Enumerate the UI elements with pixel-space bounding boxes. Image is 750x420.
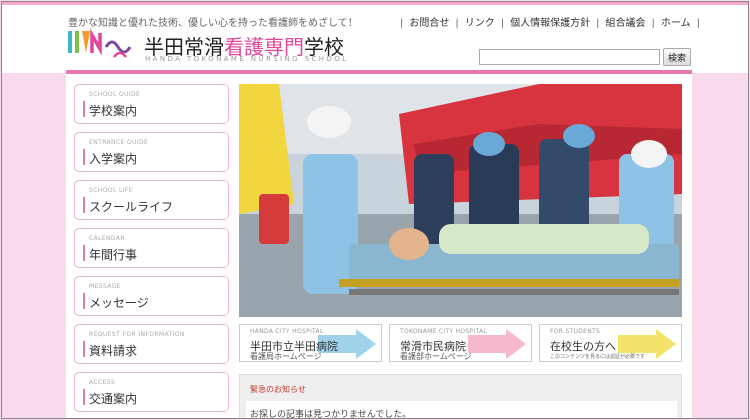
sidebar-item-label: 資料請求 (89, 344, 138, 358)
nav-council[interactable]: 組合議会 (606, 18, 646, 29)
sidebar-item-access[interactable]: ACCESS 交通案内 (74, 372, 229, 412)
sidebar-item-school-guide[interactable]: SCHOOL GUIDE 学校案内 (74, 84, 229, 124)
sidebar-item-en: ACCESS (89, 379, 116, 386)
nav-home[interactable]: ホーム (661, 18, 691, 29)
nav-contact[interactable]: お問合せ (409, 18, 449, 29)
banner-en: FOR STUDENTS (550, 328, 601, 335)
nav-links[interactable]: リンク (465, 18, 495, 29)
sidebar-item-en: REQUEST FOR INFORMATION (89, 331, 185, 338)
sidebar-item-label: 交通案内 (89, 392, 138, 406)
page-frame: 豊かな知識と優れた技術、優しい心を持った看護師をめざして！ 半田常滑看護専門学校… (1, 1, 749, 419)
main-content: SCHOOL GUIDE 学校案内 ENTRANCE GUIDE 入学案内 SC… (66, 74, 692, 418)
nav-privacy[interactable]: 個人情報保護方針 (510, 18, 590, 29)
sidebar-item-en: SCHOOL GUIDE (89, 91, 141, 98)
sidebar-item-en: ENTRANCE GUIDE (89, 139, 149, 146)
banner-subtitle: このコンテンツを見るには認証が必要です (550, 354, 646, 360)
notice-body: お探しの記事は見つかりませんでした。 (246, 401, 677, 418)
search-button[interactable]: 検索 (663, 48, 691, 66)
sidebar-item-school-life[interactable]: SCHOOL LIFE スクールライフ (74, 180, 229, 220)
school-logo[interactable] (66, 27, 141, 65)
banner-en: HANDA CITY HOSPITAL (250, 328, 324, 335)
sidebar-item-calendar[interactable]: CALENDAR 年間行事 (74, 228, 229, 268)
school-name-en: HANDA TOKONAME NURSING SCHOOL (145, 55, 349, 63)
sidebar-item-en: CALENDAR (89, 235, 125, 242)
banner-en: TOKONAME CITY HOSPITAL (400, 328, 488, 335)
header: 豊かな知識と優れた技術、優しい心を持った看護師をめざして！ 半田常滑看護専門学校… (2, 5, 748, 73)
top-navigation: | お問合せ | リンク | 個人情報保護方針 | 組合議会 | ホーム | (400, 18, 700, 29)
banner-tokoname-hospital[interactable]: TOKONAME CITY HOSPITAL 常滑市民病院 看護部ホームページ (389, 324, 532, 362)
sidebar-item-entrance-guide[interactable]: ENTRANCE GUIDE 入学案内 (74, 132, 229, 172)
sidebar-item-label: メッセージ (89, 296, 149, 310)
banner-handa-hospital[interactable]: HANDA CITY HOSPITAL 半田市立半田病院 看護局ホームページ (239, 324, 382, 362)
sidebar-item-label: 学校案内 (89, 104, 138, 118)
banner-for-students[interactable]: FOR STUDENTS 在校生の方へ このコンテンツを見るには認証が必要です (539, 324, 682, 362)
sidebar-item-label: スクールライフ (89, 200, 174, 214)
emergency-notice: 緊急のお知らせ お探しの記事は見つかりませんでした。 (239, 374, 682, 418)
sidebar-item-label: 入学案内 (89, 152, 138, 166)
sidebar-item-message[interactable]: MESSAGE メッセージ (74, 276, 229, 316)
banner-title: 在校生の方へ (550, 340, 616, 353)
search-input[interactable] (479, 49, 660, 65)
notice-title: 緊急のお知らせ (250, 385, 306, 394)
sidebar-item-en: SCHOOL LIFE (89, 187, 133, 194)
sidebar-item-en: MESSAGE (89, 283, 121, 290)
hero-photo-emergency-drill (239, 84, 682, 317)
sidebar-item-label: 年間行事 (89, 248, 138, 262)
banner-subtitle: 看護局ホームページ (250, 352, 322, 361)
banner-subtitle: 看護部ホームページ (400, 352, 472, 361)
sidebar-item-request-info[interactable]: REQUEST FOR INFORMATION 資料請求 (74, 324, 229, 364)
